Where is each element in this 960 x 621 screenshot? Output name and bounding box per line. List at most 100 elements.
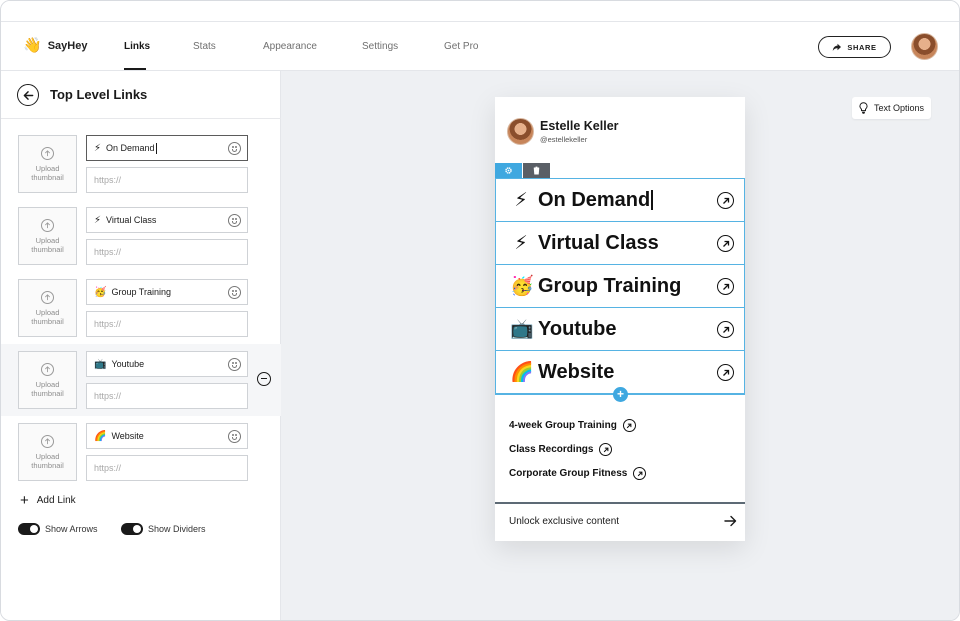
link-url-input[interactable]: https://: [86, 455, 248, 481]
active-tab-indicator: [124, 68, 146, 70]
preview-link-title: Virtual Class: [538, 231, 659, 254]
link-title-input[interactable]: 🌈 Website: [86, 423, 248, 449]
upload-thumbnail-label: Upload thumbnail: [31, 379, 64, 398]
arrow-up-right-icon: [599, 443, 613, 456]
share-button[interactable]: SHARE: [818, 36, 891, 58]
upload-icon: [41, 362, 54, 376]
add-link-button[interactable]: + Add Link: [20, 493, 76, 508]
nav-appearance[interactable]: Appearance: [263, 41, 317, 52]
link-url-input[interactable]: https://: [86, 167, 248, 193]
show-arrows-label: Show Arrows: [45, 524, 98, 534]
upload-thumbnail-label: Upload thumbnail: [31, 163, 64, 182]
upload-icon: [41, 146, 54, 160]
arrow-up-right-icon: [717, 192, 734, 209]
back-button[interactable]: [17, 84, 39, 106]
upload-thumbnail[interactable]: Upload thumbnail: [18, 279, 77, 337]
profile-avatar: [507, 118, 534, 145]
page-title: Top Level Links: [50, 87, 148, 102]
television-icon: 📺: [510, 319, 534, 340]
profile-preview: Estelle Keller @estellekeller ⚡ On Deman…: [495, 97, 745, 541]
emoji-picker-icon[interactable]: [228, 286, 241, 299]
user-avatar[interactable]: [911, 33, 938, 60]
text-caret: [651, 190, 653, 210]
upload-thumbnail[interactable]: Upload thumbnail: [18, 135, 77, 193]
arrow-up-right-icon: [633, 467, 647, 480]
show-dividers-toggle-group: Show Dividers: [121, 523, 206, 535]
show-dividers-toggle[interactable]: [121, 523, 143, 535]
party-face-icon: 🥳: [94, 286, 107, 298]
insert-block-button[interactable]: +: [613, 387, 628, 402]
arrow-up-right-icon: [622, 419, 636, 432]
wave-icon: 👋: [23, 37, 42, 54]
upload-icon: [41, 290, 54, 304]
show-arrows-toggle[interactable]: [18, 523, 40, 535]
rainbow-icon: 🌈: [94, 430, 107, 442]
link-title-value: Website: [111, 431, 144, 441]
upload-thumbnail[interactable]: Upload thumbnail: [18, 351, 77, 409]
emoji-picker-icon[interactable]: [228, 142, 241, 155]
lightning-icon: ⚡: [514, 189, 528, 211]
url-placeholder: https://: [94, 319, 122, 329]
link-title-input[interactable]: ⚡ On Demand: [86, 135, 248, 161]
link-row: Upload thumbnail 📺 Youtube https://: [1, 344, 281, 416]
url-placeholder: https://: [94, 175, 122, 185]
upload-thumbnail[interactable]: Upload thumbnail: [18, 423, 77, 481]
preview-link-button[interactable]: 🥳 Group Training: [495, 264, 745, 308]
link-url-input[interactable]: https://: [86, 383, 248, 409]
text-caret: [155, 142, 157, 154]
preview-text-link[interactable]: Class Recordings: [509, 443, 613, 456]
upload-thumbnail[interactable]: Upload thumbnail: [18, 207, 77, 265]
preview-canvas: Text Options Estelle Keller @estellekell…: [281, 71, 959, 620]
arrow-up-right-icon: [717, 364, 734, 381]
brand[interactable]: 👋 SayHey: [23, 38, 87, 53]
rainbow-icon: 🌈: [510, 362, 534, 383]
gear-icon: [505, 167, 512, 174]
link-row: Upload thumbnail ⚡ On Demand https://: [1, 135, 281, 207]
brand-name: SayHey: [47, 39, 88, 52]
block-delete-button[interactable]: [523, 163, 550, 178]
plus-icon: +: [20, 492, 29, 509]
top-nav: 👋 SayHey Links Stats Appearance Settings…: [1, 22, 959, 71]
divider: [495, 502, 745, 504]
preview-link-title: Group Training: [538, 274, 682, 297]
block-settings-button[interactable]: [495, 163, 522, 178]
link-url-input[interactable]: https://: [86, 311, 248, 337]
upload-thumbnail-label: Upload thumbnail: [31, 451, 64, 470]
remove-link-button[interactable]: [257, 372, 271, 386]
preview-link-button[interactable]: ⚡ On Demand: [495, 178, 745, 222]
block-edit-toolbar: [495, 163, 550, 178]
profile-handle: @estellekeller: [540, 135, 588, 144]
share-label: SHARE: [847, 42, 877, 52]
text-options-button[interactable]: Text Options: [852, 97, 932, 119]
trash-icon: [533, 166, 540, 175]
link-title-input[interactable]: 🥳 Group Training: [86, 279, 248, 305]
show-arrows-toggle-group: Show Arrows: [18, 523, 98, 535]
emoji-picker-icon[interactable]: [228, 430, 241, 443]
nav-stats[interactable]: Stats: [193, 41, 216, 52]
emoji-picker-icon[interactable]: [228, 358, 241, 371]
upload-icon: [41, 218, 54, 232]
preview-text-link[interactable]: Corporate Group Fitness: [509, 467, 647, 480]
lightning-icon: ⚡: [514, 232, 528, 254]
nav-settings[interactable]: Settings: [362, 41, 398, 52]
link-title-value: Virtual Class: [106, 215, 157, 225]
lightning-icon: ⚡: [94, 142, 102, 154]
preview-text-link-label: Class Recordings: [509, 444, 594, 455]
preview-text-link[interactable]: 4-week Group Training: [509, 419, 636, 432]
preview-link-button[interactable]: 📺 Youtube: [495, 307, 745, 351]
share-arrow-icon: [833, 43, 842, 51]
link-title-input[interactable]: ⚡ Virtual Class: [86, 207, 248, 233]
link-title-input[interactable]: 📺 Youtube: [86, 351, 248, 377]
nav-get-pro[interactable]: Get Pro: [444, 41, 478, 52]
preview-link-title: Website: [538, 360, 615, 383]
preview-link-title: Youtube: [538, 317, 617, 340]
app-window: 👋 SayHey Links Stats Appearance Settings…: [0, 0, 960, 621]
preview-link-title: On Demand: [538, 188, 651, 211]
preview-text-link-label: 4-week Group Training: [509, 420, 617, 431]
emoji-picker-icon[interactable]: [228, 214, 241, 227]
unlock-content-link[interactable]: Unlock exclusive content: [509, 516, 619, 527]
sidebar: Top Level Links Upload thumbnail ⚡ On De…: [1, 71, 281, 620]
preview-link-button[interactable]: ⚡ Virtual Class: [495, 221, 745, 265]
nav-links[interactable]: Links: [124, 41, 150, 52]
link-url-input[interactable]: https://: [86, 239, 248, 265]
